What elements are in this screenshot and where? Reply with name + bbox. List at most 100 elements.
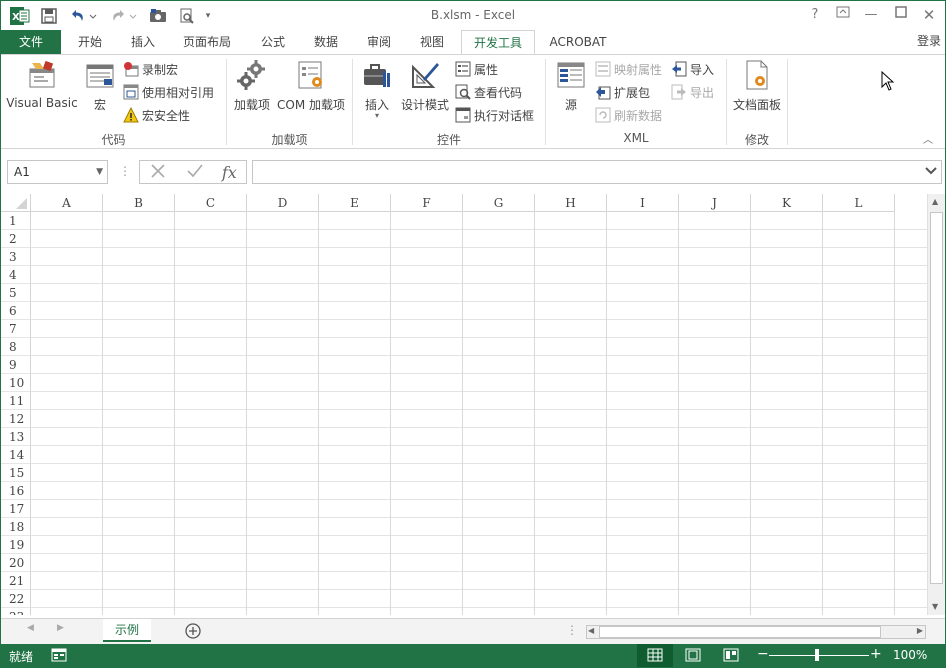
- minimize-icon[interactable]: —: [857, 5, 885, 25]
- xml-import-button[interactable]: 导入: [671, 59, 714, 79]
- ribbon-display-options-icon[interactable]: [829, 5, 857, 25]
- tab-review[interactable]: 审阅: [355, 30, 403, 54]
- column-header-i[interactable]: I: [607, 194, 679, 212]
- chevron-down-icon[interactable]: ▼: [96, 161, 103, 183]
- new-sheet-icon[interactable]: [184, 622, 202, 643]
- row-header-17[interactable]: 17: [1, 500, 31, 518]
- column-header-h[interactable]: H: [535, 194, 607, 212]
- tab-file[interactable]: 文件: [1, 30, 61, 54]
- zoom-slider[interactable]: [769, 655, 869, 656]
- refresh-data-button[interactable]: 刷新数据: [595, 105, 662, 125]
- visual-basic-button[interactable]: Visual Basic: [5, 59, 79, 110]
- xml-export-button[interactable]: 导出: [671, 82, 714, 102]
- row-header-16[interactable]: 16: [1, 482, 31, 500]
- relative-references-button[interactable]: 使用相对引用: [123, 82, 214, 102]
- zoom-out-icon[interactable]: −: [757, 646, 769, 662]
- run-dialog-button[interactable]: 执行对话框: [455, 105, 534, 125]
- tab-data[interactable]: 数据: [303, 30, 349, 54]
- normal-view-icon[interactable]: [637, 644, 673, 667]
- tab-acrobat[interactable]: ACROBAT: [541, 30, 615, 54]
- record-macro-button[interactable]: 录制宏: [123, 59, 178, 79]
- column-header-k[interactable]: K: [751, 194, 823, 212]
- macro-security-button[interactable]: 宏安全性: [123, 105, 190, 125]
- macro-recording-icon[interactable]: [51, 648, 67, 665]
- column-header-b[interactable]: B: [103, 194, 175, 212]
- select-all-corner[interactable]: [1, 194, 31, 212]
- expand-formula-bar-icon[interactable]: [925, 163, 937, 182]
- row-header-4[interactable]: 4: [1, 266, 31, 284]
- addins-button[interactable]: 加载项: [231, 59, 273, 112]
- row-header-19[interactable]: 19: [1, 536, 31, 554]
- row-header-14[interactable]: 14: [1, 446, 31, 464]
- insert-function-icon[interactable]: fx: [222, 163, 237, 182]
- row-header-15[interactable]: 15: [1, 464, 31, 482]
- map-properties-button[interactable]: 映射属性: [595, 59, 662, 79]
- macros-button[interactable]: 宏: [83, 59, 117, 112]
- row-header-3[interactable]: 3: [1, 248, 31, 266]
- enter-check-icon[interactable]: [186, 162, 204, 183]
- cell-area[interactable]: [31, 212, 927, 615]
- name-box[interactable]: A1 ▼: [7, 160, 108, 184]
- column-header-g[interactable]: G: [463, 194, 535, 212]
- row-header-12[interactable]: 12: [1, 410, 31, 428]
- scroll-sheets-right-icon[interactable]: ▶: [57, 623, 64, 633]
- scroll-left-icon[interactable]: ◀: [588, 626, 594, 635]
- zoom-level[interactable]: 100%: [893, 648, 927, 662]
- column-header-l[interactable]: L: [823, 194, 895, 212]
- design-mode-button[interactable]: 设计模式: [399, 59, 451, 112]
- scroll-right-icon[interactable]: ▶: [917, 626, 923, 635]
- row-header-10[interactable]: 10: [1, 374, 31, 392]
- view-code-button[interactable]: 查看代码: [455, 82, 522, 102]
- column-header-c[interactable]: C: [175, 194, 247, 212]
- collapse-ribbon-icon[interactable]: ︿: [923, 131, 933, 146]
- column-header-a[interactable]: A: [31, 194, 103, 212]
- column-header-e[interactable]: E: [319, 194, 391, 212]
- sign-in-link[interactable]: 登录: [917, 30, 941, 52]
- tab-split-grip-icon[interactable]: ⋮: [566, 623, 578, 637]
- zoom-slider-thumb[interactable]: [815, 649, 819, 661]
- cancel-icon[interactable]: [149, 162, 167, 183]
- tab-view[interactable]: 视图: [409, 30, 455, 54]
- tab-developer[interactable]: 开发工具: [461, 30, 535, 55]
- document-panel-button[interactable]: 文档面板: [731, 59, 783, 112]
- sheet-tab-example[interactable]: 示例: [103, 619, 151, 642]
- horizontal-scroll-thumb[interactable]: [599, 626, 881, 638]
- row-header-5[interactable]: 5: [1, 284, 31, 302]
- tab-insert[interactable]: 插入: [119, 30, 167, 54]
- close-icon[interactable]: ✕: [915, 5, 943, 25]
- com-addins-button[interactable]: COM 加载项: [275, 59, 347, 112]
- scroll-up-icon[interactable]: ▲: [932, 197, 938, 206]
- page-layout-view-icon[interactable]: [685, 648, 701, 665]
- insert-control-button[interactable]: 插入 ▾: [357, 59, 397, 120]
- maximize-icon[interactable]: [887, 5, 915, 25]
- row-header-9[interactable]: 9: [1, 356, 31, 374]
- tab-formulas[interactable]: 公式: [247, 30, 299, 54]
- help-icon[interactable]: ?: [801, 5, 829, 25]
- horizontal-scrollbar[interactable]: ◀ ▶: [586, 625, 926, 639]
- column-header-d[interactable]: D: [247, 194, 319, 212]
- page-break-preview-icon[interactable]: [723, 648, 739, 665]
- zoom-in-icon[interactable]: +: [870, 646, 882, 662]
- row-header-22[interactable]: 22: [1, 590, 31, 608]
- row-header-2[interactable]: 2: [1, 230, 31, 248]
- row-header-18[interactable]: 18: [1, 518, 31, 536]
- xml-source-button[interactable]: 源: [553, 59, 589, 112]
- column-header-j[interactable]: J: [679, 194, 751, 212]
- vertical-scroll-thumb[interactable]: [930, 212, 943, 584]
- row-header-6[interactable]: 6: [1, 302, 31, 320]
- row-header-7[interactable]: 7: [1, 320, 31, 338]
- scroll-sheets-left-icon[interactable]: ◀: [27, 623, 34, 633]
- row-header-21[interactable]: 21: [1, 572, 31, 590]
- scroll-down-icon[interactable]: ▼: [932, 602, 938, 611]
- row-header-8[interactable]: 8: [1, 338, 31, 356]
- row-header-1[interactable]: 1: [1, 212, 31, 230]
- column-header-f[interactable]: F: [391, 194, 463, 212]
- row-header-20[interactable]: 20: [1, 554, 31, 572]
- expansion-packs-button[interactable]: 扩展包: [595, 82, 650, 102]
- row-header-13[interactable]: 13: [1, 428, 31, 446]
- vertical-scrollbar[interactable]: ▲ ▼: [927, 194, 945, 615]
- formula-input[interactable]: [252, 160, 942, 184]
- tab-home[interactable]: 开始: [65, 30, 115, 54]
- properties-button[interactable]: 属性: [455, 59, 498, 79]
- row-header-23[interactable]: 23: [1, 608, 31, 615]
